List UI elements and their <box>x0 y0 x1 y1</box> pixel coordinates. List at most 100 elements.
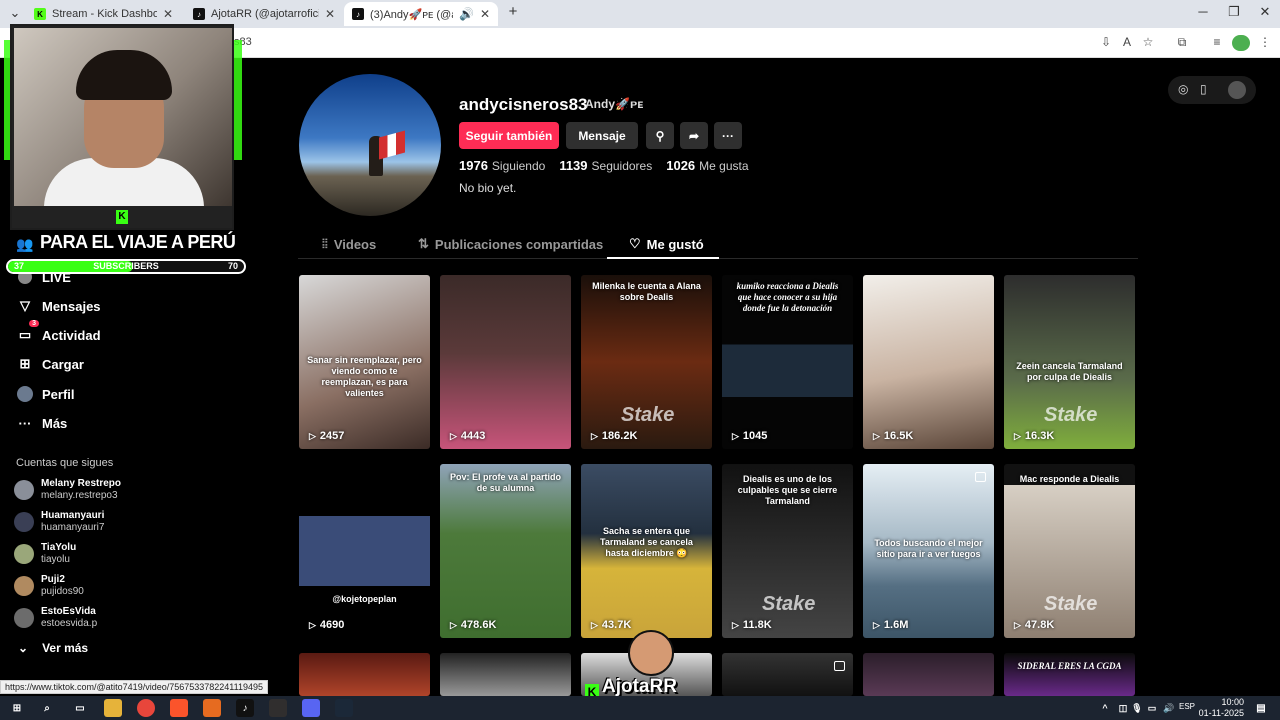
close-tab-icon[interactable]: ✕ <box>480 7 490 21</box>
play-icon: ▷ <box>450 619 457 630</box>
message-button[interactable]: Mensaje <box>566 122 638 149</box>
share-icon[interactable]: ➦ <box>680 122 708 149</box>
tiktok-icon[interactable]: ♪ <box>236 699 254 717</box>
view-count: ▷ 1.6M <box>873 619 908 631</box>
tab-reposts[interactable]: ⇅ Publicaciones compartidas <box>418 236 603 252</box>
following-item[interactable]: EstoEsVida estoesvida.p <box>14 606 97 630</box>
video-thumbnail[interactable]: Todos buscando el mejor sitio para ir a … <box>863 464 994 638</box>
sidebar-item-perfil[interactable]: Perfil <box>16 385 75 403</box>
profile-icon <box>16 385 34 403</box>
install-icon[interactable]: ⇩ <box>1098 35 1114 51</box>
video-thumbnail[interactable]: kumiko reacciona a Diealis que hace cono… <box>722 275 853 449</box>
followers-stat[interactable]: 1139 Seguidores <box>559 158 652 173</box>
following-item[interactable]: Huamanyauri huamanyauri7 <box>14 510 104 534</box>
video-thumbnail[interactable]: SIDERAL ERES LA CGDA <box>1004 653 1135 696</box>
tray-chevron-icon[interactable]: ^ <box>1096 699 1114 717</box>
video-watermark: Stake <box>1044 593 1098 615</box>
following-count: 1976 <box>459 158 488 173</box>
video-thumbnail[interactable]: ▷ 4443 <box>440 275 571 449</box>
video-caption: Sanar sin reemplazar, pero viendo como t… <box>307 355 422 398</box>
notifications-icon[interactable]: ▤ <box>1252 699 1270 717</box>
view-count: ▷ 43.7K <box>591 619 631 631</box>
file-explorer-icon[interactable] <box>104 699 122 717</box>
close-window-icon[interactable]: ✕ <box>1250 4 1280 20</box>
maximize-icon[interactable]: ❐ <box>1219 4 1249 20</box>
media-control-icon[interactable]: ≡ <box>1209 35 1225 51</box>
video-thumbnail[interactable] <box>299 653 430 696</box>
brave-icon[interactable] <box>170 699 188 717</box>
network-icon[interactable]: ▭ <box>1143 699 1161 717</box>
follow-button[interactable]: Seguir también <box>459 122 559 149</box>
video-thumbnail[interactable]: @kojetopeplan ▷ 4690 <box>299 464 430 638</box>
video-thumbnail[interactable] <box>440 653 571 696</box>
subscriber-goal-bar: 37 SUBSCRIBERS 70 <box>6 259 246 274</box>
close-tab-icon[interactable]: ✕ <box>163 7 173 21</box>
windows-start-icon[interactable]: ⊞ <box>8 699 26 717</box>
sidebar-item-cargar[interactable]: ⊞ Cargar <box>16 355 84 373</box>
extensions-icon[interactable]: ⧉ <box>1174 35 1190 51</box>
browser-tab-andy[interactable]: ♪ (3)Andy🚀ᴘᴇ (@andycisneros 🔊 ✕ <box>344 2 498 26</box>
video-watermark: Stake <box>621 404 675 426</box>
more-options-icon[interactable]: ··· <box>714 122 742 149</box>
discord-icon[interactable] <box>302 699 320 717</box>
following-name: Puji2 <box>41 574 65 585</box>
video-thumbnail[interactable]: Pov: El profe va al partido de su alumna… <box>440 464 571 638</box>
sidebar-item-mas[interactable]: ··· Más <box>16 414 68 432</box>
send-icon: ▽ <box>20 298 30 313</box>
following-item[interactable]: TiaYolu tiayolu <box>14 542 76 566</box>
video-thumbnail[interactable]: Zeein cancela Tarmaland por culpa de Die… <box>1004 275 1135 449</box>
video-thumbnail[interactable]: Milenka le cuenta a Alana sobre Dealis St… <box>581 275 712 449</box>
play-icon: ▷ <box>591 430 598 441</box>
following-item[interactable]: Melany Restrepo melany.restrepo3 <box>14 478 121 502</box>
tab-videos[interactable]: ⦙⦙ Videos <box>322 236 376 252</box>
browser-tab-kick[interactable]: K Stream - Kick Dashboard ✕ <box>26 2 181 26</box>
volume-icon[interactable]: 🔊 <box>1160 699 1178 717</box>
tab-label: Me gustó <box>646 236 704 252</box>
system-clock[interactable]: 10:00 01-11-2025 <box>1199 697 1244 719</box>
view-count-value: 16.3K <box>1024 430 1055 442</box>
following-name: Huamanyauri <box>41 510 105 521</box>
search-icon[interactable]: ⌕ <box>38 699 56 717</box>
steam-icon[interactable] <box>335 699 353 717</box>
language-indicator[interactable]: ESP <box>1179 702 1195 711</box>
video-thumbnail[interactable]: Sanar sin reemplazar, pero viendo como t… <box>299 275 430 449</box>
close-tab-icon[interactable]: ✕ <box>325 7 335 21</box>
profile-stats: 1976 Siguiendo 1139 Seguidores 1026 Me gust… <box>459 158 749 173</box>
tab-liked[interactable]: ♡ Me gustó <box>629 236 704 252</box>
following-stat[interactable]: 1976 Siguiendo <box>459 158 545 173</box>
video-watermark: Stake <box>762 593 816 615</box>
compass-icon[interactable]: ◎ <box>1178 82 1188 96</box>
sidebar-item-mensajes[interactable]: ▽ Mensajes <box>16 297 101 315</box>
followers-count: 1139 <box>559 158 588 173</box>
video-thumbnail[interactable]: ▷ 16.5K <box>863 275 994 449</box>
avatar[interactable] <box>1228 81 1246 99</box>
photo-post-icon <box>975 472 986 482</box>
tiktok-icon: ♪ <box>352 8 364 20</box>
view-count-value: 4690 <box>319 619 345 631</box>
new-tab-button[interactable]: + <box>498 3 528 20</box>
browser-menu-icon[interactable]: ⋮ <box>1257 35 1273 51</box>
video-thumbnail[interactable] <box>722 653 853 696</box>
following-item[interactable]: Puji2 pujidos90 <box>14 574 84 598</box>
video-thumbnail[interactable]: Mac responde a Diealis Stake ▷ 47.8K <box>1004 464 1135 638</box>
translate-icon[interactable]: A <box>1119 35 1135 51</box>
sidebar-item-actividad[interactable]: ▭ 3 Actividad <box>16 320 101 344</box>
bookmark-star-icon[interactable]: ☆ <box>1140 35 1156 51</box>
minimize-icon[interactable]: ─ <box>1188 4 1218 19</box>
mute-icon[interactable]: 🔊 <box>459 7 474 21</box>
device-icon[interactable]: ▯ <box>1200 82 1207 96</box>
subscriber-goal: 70 <box>227 261 238 271</box>
app-icon[interactable] <box>203 699 221 717</box>
obs-icon[interactable] <box>269 699 287 717</box>
video-thumbnail[interactable] <box>863 653 994 696</box>
task-view-icon[interactable]: ▭ <box>71 699 89 717</box>
video-thumbnail[interactable]: Diealis es uno de los culpables que se c… <box>722 464 853 638</box>
video-thumbnail[interactable]: Sacha se entera que Tarmaland se cancela… <box>581 464 712 638</box>
add-friend-icon[interactable]: ⚲ <box>646 122 674 149</box>
browser-tab-ajotarr[interactable]: ♪ AjotaRR (@ajotarroficial) | TikTok ✕ <box>185 2 343 26</box>
avatar <box>14 480 34 500</box>
profile-avatar-icon[interactable] <box>1232 35 1250 51</box>
see-more-button[interactable]: ⌄ Ver más <box>18 641 88 655</box>
chrome-icon[interactable] <box>137 699 155 717</box>
tab-label: Publicaciones compartidas <box>434 236 604 252</box>
